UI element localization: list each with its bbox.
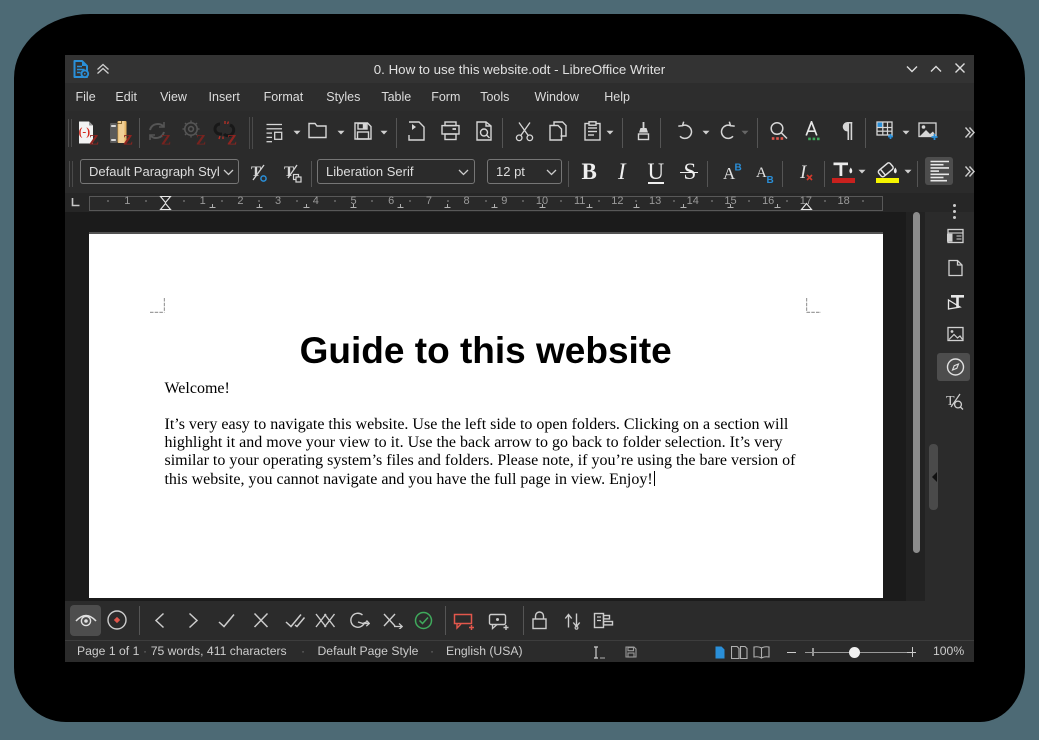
svg-text:Z: Z: [196, 133, 206, 147]
svg-text:T: T: [946, 394, 955, 409]
svg-text:B: B: [735, 163, 742, 174]
svg-text:Z: Z: [227, 133, 237, 147]
svg-text:Z: Z: [123, 133, 133, 147]
svg-text:Z: Z: [161, 133, 171, 147]
svg-text:B: B: [767, 175, 774, 184]
svg-text:Z: Z: [89, 133, 99, 147]
svg-text:I: I: [799, 162, 808, 183]
svg-text:A: A: [756, 165, 767, 181]
